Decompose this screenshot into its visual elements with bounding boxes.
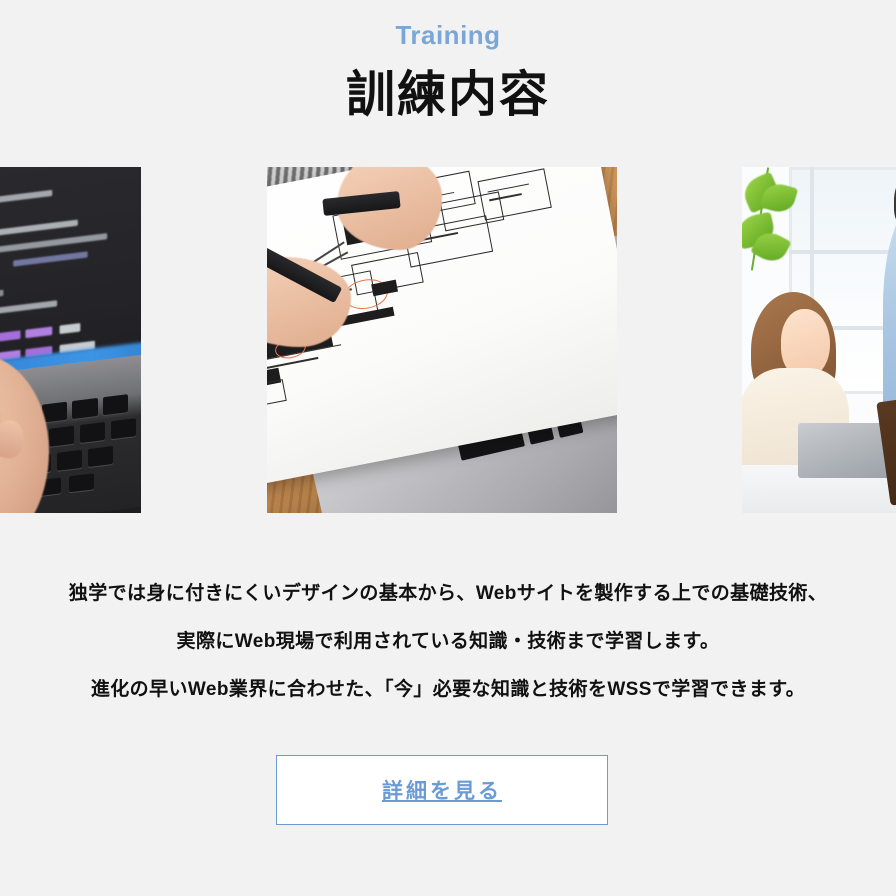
sketching-illustration	[267, 167, 617, 513]
office-illustration	[742, 167, 896, 513]
gallery-image-wireframe-sketching	[267, 167, 617, 513]
code-editor-illustration	[0, 167, 141, 513]
body-line-1: 独学では身に付きにくいデザインの基本から、Webサイトを製作する上での基礎技術、	[68, 583, 828, 604]
section-eyebrow: Training	[395, 20, 501, 50]
view-details-button[interactable]: 詳細を見る	[276, 755, 608, 825]
section-body-copy: 独学では身に付きにくいデザインの基本から、Webサイトを製作する上での基礎技術、…	[0, 570, 896, 714]
page-title: 訓練内容	[345, 68, 550, 122]
training-section: Training 訓練内容 独学では身に付きにくいデザインの基本から、Webサイ…	[0, 0, 896, 896]
gallery-image-code-editor	[0, 167, 141, 513]
body-line-2: 実際にWeb現場で利用されている知識・技術まで学習します。	[176, 631, 720, 652]
gallery-image-office-meeting	[742, 167, 896, 513]
body-line-3: 進化の早いWeb業界に合わせた、「今」必要な知識と技術をWSSで学習できます。	[90, 679, 806, 700]
photo-gallery	[0, 167, 896, 513]
